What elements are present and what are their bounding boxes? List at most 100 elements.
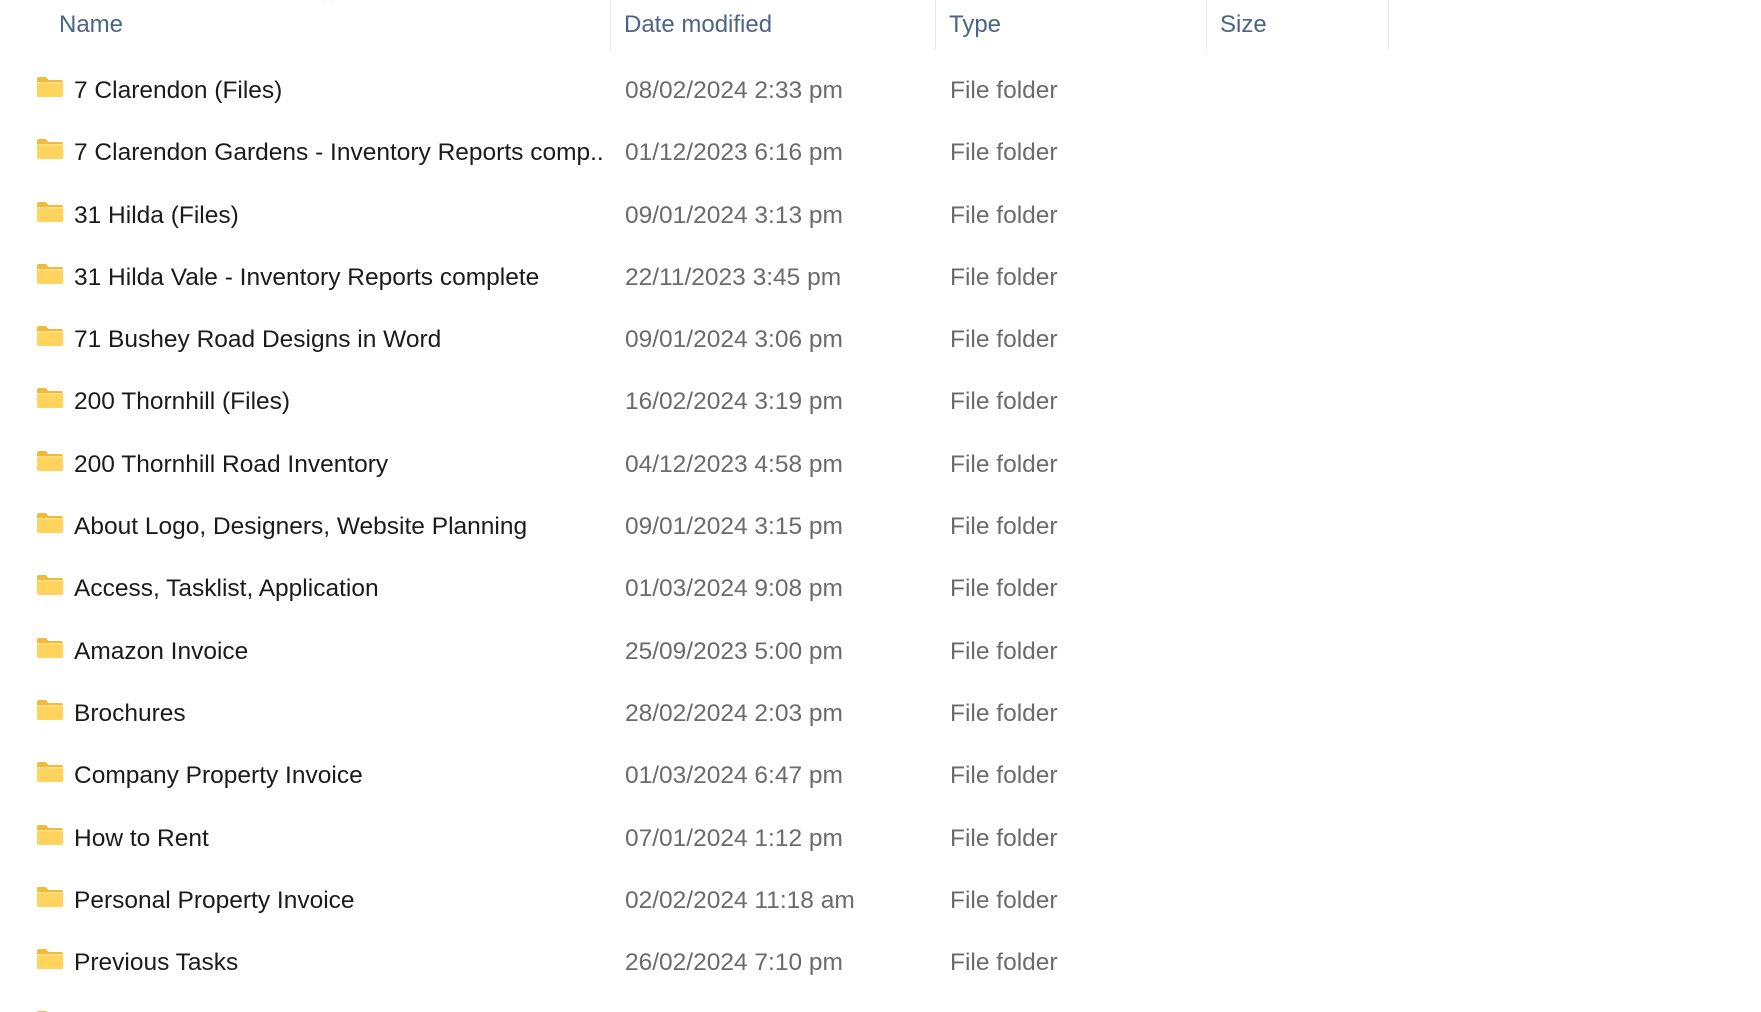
file-name: Personal Property Invoice xyxy=(74,886,355,914)
column-header-name-label: Name xyxy=(59,11,124,38)
file-explorer-details-view: Name Date modified Type Size 7 Clarendon… xyxy=(0,0,1761,1012)
folder-icon xyxy=(36,637,64,659)
file-date-modified: 26/02/2024 7:10 pm xyxy=(625,949,843,977)
column-header-type-label: Type xyxy=(949,11,1002,38)
file-name: 7 Clarendon (Files) xyxy=(74,77,283,104)
file-type: File folder xyxy=(950,699,1058,727)
file-type: File folder xyxy=(950,201,1058,229)
file-row[interactable]: 200 Thornhill Road Inventory 04/12/2023 … xyxy=(0,434,1391,496)
file-size xyxy=(1221,621,1381,683)
file-size xyxy=(1221,434,1381,496)
folder-icon xyxy=(36,387,64,409)
file-row[interactable]: Personal Property Invoice 02/02/2024 11:… xyxy=(0,870,1391,932)
file-type xyxy=(950,994,1200,1012)
file-row[interactable]: 31 Hilda (Files) 09/01/2024 3:13 pm File… xyxy=(0,185,1391,247)
file-row[interactable]: 31 Hilda Vale - Inventory Reports comple… xyxy=(0,247,1391,309)
column-header-date-modified[interactable]: Date modified xyxy=(611,0,936,50)
file-date-modified: 28/02/2024 2:03 pm xyxy=(625,699,843,727)
column-header-size-label: Size xyxy=(1220,11,1267,38)
file-type: File folder xyxy=(950,637,1058,665)
file-size xyxy=(1221,558,1381,620)
column-header-bar: Name Date modified Type Size xyxy=(0,0,1391,50)
file-row[interactable]: How to Rent 07/01/2024 1:12 pm File fold… xyxy=(0,808,1391,870)
file-date-modified: 01/03/2024 9:08 pm xyxy=(625,575,843,603)
file-date-modified: 25/09/2023 5:00 pm xyxy=(625,637,843,665)
folder-icon xyxy=(36,824,64,846)
file-type: File folder xyxy=(950,388,1058,416)
file-row[interactable]: Amazon Invoice 25/09/2023 5:00 pm File f… xyxy=(0,621,1391,683)
file-date-modified: 02/02/2024 11:18 am xyxy=(625,886,855,914)
column-header-name[interactable]: Name xyxy=(45,0,611,50)
file-row[interactable]: Access, Tasklist, Application 01/03/2024… xyxy=(0,558,1391,620)
folder-icon xyxy=(36,761,64,783)
file-date-modified: 09/01/2024 3:15 pm xyxy=(625,513,843,541)
file-name: Amazon Invoice xyxy=(74,637,249,665)
file-row[interactable]: 7 Clarendon Gardens - Inventory Reports … xyxy=(0,122,1391,184)
file-name: 7 Clarendon Gardens - Inventory Reports … xyxy=(74,139,604,167)
file-type: File folder xyxy=(950,326,1058,354)
file-row[interactable]: Brochures 28/02/2024 2:03 pm File folder xyxy=(0,683,1391,745)
file-name: 31 Hilda (Files) xyxy=(74,201,239,229)
folder-icon xyxy=(36,450,64,472)
column-header-date-label: Date modified xyxy=(624,11,773,38)
file-type: File folder xyxy=(950,513,1058,541)
file-type: File folder xyxy=(950,886,1058,914)
file-size xyxy=(1221,247,1381,309)
file-row[interactable]: 71 Bushey Road Designs in Word 09/01/202… xyxy=(0,309,1391,371)
file-row[interactable]: 7 Clarendon (Files) 08/02/2024 2:33 pm F… xyxy=(0,60,1391,122)
file-size xyxy=(1221,496,1381,558)
file-date-modified: 16/02/2024 3:19 pm xyxy=(625,388,843,416)
file-name: Access, Tasklist, Application xyxy=(74,575,379,603)
file-type: File folder xyxy=(950,762,1058,790)
file-date-modified: 01/12/2023 6:16 pm xyxy=(625,139,843,167)
sort-chevron-up-icon xyxy=(321,0,335,5)
file-name: Company Property Invoice xyxy=(74,762,363,790)
file-row[interactable] xyxy=(0,994,1391,1012)
file-row[interactable]: Company Property Invoice 01/03/2024 6:47… xyxy=(0,745,1391,807)
file-name: 200 Thornhill Road Inventory xyxy=(74,450,389,478)
file-size xyxy=(1221,371,1381,433)
folder-icon xyxy=(36,76,64,98)
file-date-modified: 07/01/2024 1:12 pm xyxy=(625,824,843,852)
file-type: File folder xyxy=(950,139,1058,167)
file-type: File folder xyxy=(950,263,1058,291)
folder-icon xyxy=(36,263,64,285)
file-size xyxy=(1221,185,1381,247)
file-type: File folder xyxy=(950,575,1058,603)
file-date-modified: 22/11/2023 3:45 pm xyxy=(625,263,842,291)
file-date-modified: 09/01/2024 3:06 pm xyxy=(625,326,843,354)
folder-icon xyxy=(36,699,64,721)
file-size xyxy=(1221,870,1381,932)
folder-icon xyxy=(36,886,64,908)
file-type: File folder xyxy=(950,949,1058,977)
file-size xyxy=(1221,808,1381,870)
file-name: How to Rent xyxy=(74,824,209,852)
file-type: File folder xyxy=(950,824,1058,852)
file-size xyxy=(1221,122,1381,184)
file-list: 7 Clarendon (Files) 08/02/2024 2:33 pm F… xyxy=(0,60,1761,1012)
file-size xyxy=(1221,683,1381,745)
file-name: Brochures xyxy=(74,699,186,727)
file-row[interactable]: About Logo, Designers, Website Planning … xyxy=(0,496,1391,558)
file-date-modified: 04/12/2023 4:58 pm xyxy=(625,450,843,478)
file-size xyxy=(1221,745,1381,807)
file-name: About Logo, Designers, Website Planning xyxy=(74,513,528,541)
file-size xyxy=(1221,60,1381,122)
column-header-size[interactable]: Size xyxy=(1207,0,1389,50)
column-header-type[interactable]: Type xyxy=(936,0,1207,50)
file-size xyxy=(1221,309,1381,371)
file-row[interactable]: Previous Tasks 26/02/2024 7:10 pm File f… xyxy=(0,932,1391,994)
folder-icon xyxy=(36,138,64,160)
file-size xyxy=(1221,932,1381,994)
file-size xyxy=(1221,994,1381,1012)
file-date-modified: 08/02/2024 2:33 pm xyxy=(625,77,843,104)
file-name xyxy=(74,994,604,1012)
folder-icon xyxy=(36,574,64,596)
file-row[interactable]: 200 Thornhill (Files) 16/02/2024 3:19 pm… xyxy=(0,371,1391,433)
file-date-modified: 01/03/2024 6:47 pm xyxy=(625,762,843,790)
file-name: 71 Bushey Road Designs in Word xyxy=(74,326,442,354)
folder-icon xyxy=(36,325,64,347)
file-type: File folder xyxy=(950,77,1058,104)
file-name: Previous Tasks xyxy=(74,949,239,977)
folder-icon xyxy=(36,512,64,534)
